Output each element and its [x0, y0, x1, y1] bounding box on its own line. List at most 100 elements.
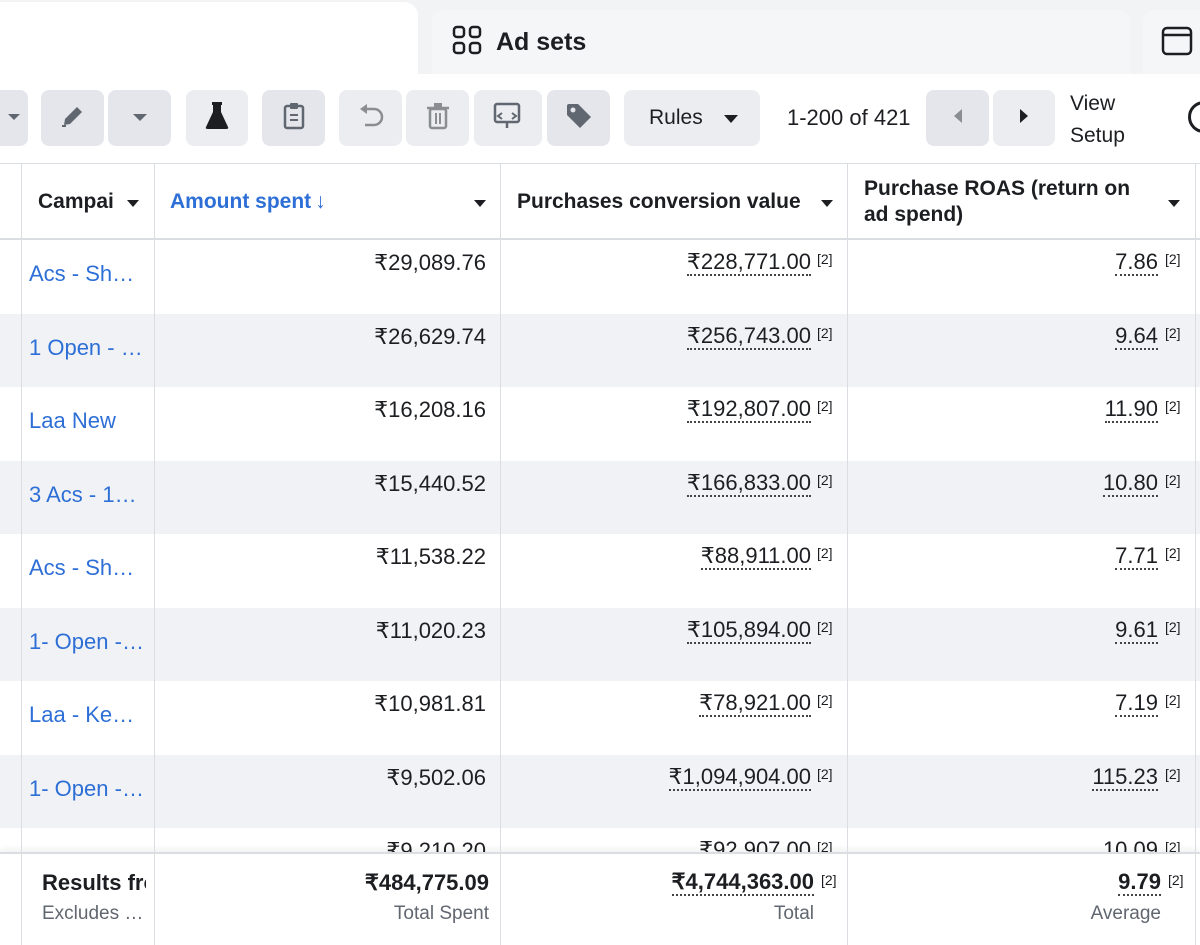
conversion-footnote[interactable]: [2]	[817, 545, 833, 561]
table-body: Acs - Sho… ₹29,089.76 ₹228,771.00 [2] 7.86 [2…	[0, 240, 1200, 852]
campaign-name-link[interactable]: 3 Acs - 12…	[29, 482, 145, 508]
chevron-down-icon[interactable]	[473, 190, 487, 214]
roas-cell[interactable]: 11.90	[1104, 397, 1158, 423]
conversion-value-cell[interactable]: ₹192,807.00	[686, 397, 811, 423]
column-header-campaign[interactable]: Campai	[38, 164, 150, 240]
conversion-footnote[interactable]: [2]	[817, 839, 833, 852]
summary-roas[interactable]: 9.79	[1118, 870, 1161, 896]
create-dropdown-button[interactable]	[0, 90, 28, 146]
roas-footnote[interactable]: [2]	[1165, 839, 1181, 852]
roas-cell[interactable]: 7.71	[1115, 544, 1158, 570]
conversion-value-cell[interactable]: ₹88,911.00	[700, 544, 811, 570]
roas-cell[interactable]: 115.23	[1092, 764, 1158, 791]
roas-footnote[interactable]: [2]	[1165, 325, 1181, 341]
view-setup-toggle[interactable]	[1188, 101, 1200, 133]
table-row[interactable]: Laa New ₹16,208.16 ₹192,807.00 [2] 11.90 [2]	[0, 387, 1200, 461]
ab-test-button[interactable]	[474, 90, 542, 146]
chevron-down-icon[interactable]	[820, 190, 834, 214]
conversion-value-cell[interactable]: ₹1,094,904.00	[668, 764, 811, 791]
roas-footnote[interactable]: [2]	[1165, 545, 1181, 561]
view-setup-link[interactable]: View Setup	[1070, 88, 1125, 152]
chevron-down-icon[interactable]	[1167, 189, 1181, 215]
conversion-value-cell[interactable]: ₹105,894.00	[686, 617, 811, 644]
next-page-icon	[1018, 108, 1030, 129]
amount-spent-cell: ₹11,538.22	[375, 544, 486, 569]
amount-spent-cell: ₹15,440.52	[374, 470, 486, 496]
edit-button[interactable]	[41, 90, 104, 146]
campaign-name-link[interactable]: Acs - Sho…	[29, 261, 145, 287]
campaigns-tab[interactable]	[0, 2, 418, 82]
roas-footnote[interactable]: [2]	[1165, 251, 1181, 267]
conversion-value-cell[interactable]: ₹166,833.00	[686, 470, 811, 497]
conversion-footnote[interactable]: [2]	[817, 251, 833, 267]
roas-cell[interactable]: 7.19	[1115, 691, 1158, 717]
conversion-footnote[interactable]: [2]	[817, 692, 833, 708]
delete-button[interactable]	[406, 90, 469, 146]
campaign-name-link[interactable]: 1 Open - 6…	[29, 335, 145, 361]
table-row[interactable]: 1 Open - 6… ₹26,629.74 ₹256,743.00 [2] 9.64 […	[0, 313, 1200, 387]
summary-conversion-value[interactable]: ₹4,744,363.00	[671, 870, 814, 896]
conversion-value-cell[interactable]: ₹228,771.00	[686, 250, 811, 276]
roas-footnote[interactable]: [2]	[1165, 472, 1181, 488]
next-page-button[interactable]	[993, 90, 1055, 146]
edit-dropdown-button[interactable]	[108, 90, 171, 146]
previous-page-button[interactable]	[926, 90, 989, 146]
column-divider	[847, 164, 848, 945]
summary-conversion-footnote[interactable]: [2]	[821, 872, 837, 888]
table-row[interactable]: Laa - Kee… ₹10,981.81 ₹78,921.00 [2] 7.19 [2]	[0, 681, 1200, 755]
roas-footnote[interactable]: [2]	[1165, 692, 1181, 708]
table-row[interactable]: 1- Open - … ₹9,502.06 ₹1,094,904.00 [2] 115.…	[0, 754, 1200, 828]
amount-spent-cell: ₹10,981.81	[374, 691, 486, 716]
ad-sets-table: Campai Amount spent ↓ Purchases conversi…	[0, 164, 1200, 945]
ab-test-icon	[493, 102, 523, 135]
roas-footnote[interactable]: [2]	[1165, 766, 1181, 782]
roas-cell[interactable]: 7.86	[1115, 250, 1158, 276]
table-row[interactable]: 3 Acs - 12… ₹15,440.52 ₹166,833.00 [2] 10.80…	[0, 460, 1200, 534]
campaign-name-link[interactable]: Acs - Sho…	[29, 555, 145, 581]
roas-footnote[interactable]: [2]	[1165, 398, 1181, 414]
tab-ad-sets[interactable]: Ad sets	[432, 10, 1130, 74]
duplicate-button[interactable]	[262, 90, 325, 146]
rules-label: Rules	[649, 106, 703, 129]
table-header: Campai Amount spent ↓ Purchases conversi…	[0, 164, 1200, 240]
conversion-footnote[interactable]: [2]	[817, 398, 833, 414]
column-header-purchase-roas[interactable]: Purchase ROAS (return on ad spend)	[864, 164, 1184, 240]
conversion-value-cell[interactable]: ₹92,907.00	[699, 838, 811, 853]
column-divider	[500, 164, 501, 945]
conversion-footnote[interactable]: [2]	[817, 472, 833, 488]
roas-cell[interactable]: 9.61	[1115, 617, 1158, 644]
column-header-amount-spent-label: Amount spent	[170, 190, 312, 213]
column-divider	[1195, 164, 1196, 945]
conversion-footnote[interactable]: [2]	[817, 619, 833, 635]
table-row[interactable]: Acs - Sho… ₹29,089.76 ₹228,771.00 [2] 7.86 [2…	[0, 240, 1200, 314]
roas-cell[interactable]: 10.09	[1103, 838, 1158, 853]
rules-button[interactable]: Rules	[624, 90, 760, 146]
summary-roas-footnote[interactable]: [2]	[1168, 872, 1184, 888]
table-row[interactable]: 1- Open - … ₹11,020.23 ₹105,894.00 [2] 9.61 […	[0, 607, 1200, 681]
tag-button[interactable]	[547, 90, 610, 146]
campaign-name-link[interactable]: Laa New	[29, 408, 145, 434]
conversion-footnote[interactable]: [2]	[817, 325, 833, 341]
undo-button[interactable]	[339, 90, 402, 146]
table-row[interactable]: ₹9,210.20 ₹92,907.00 [2] 10.09 [2]	[0, 828, 1200, 853]
pencil-icon	[60, 103, 86, 134]
tab-ads[interactable]	[1143, 10, 1200, 74]
column-header-purchases-conversion-value[interactable]: Purchases conversion value	[517, 164, 839, 240]
conversion-value-cell[interactable]: ₹78,921.00	[699, 691, 811, 717]
column-header-amount-spent[interactable]: Amount spent ↓	[170, 164, 490, 240]
chevron-down-icon	[723, 106, 739, 130]
campaign-name-link[interactable]: 1- Open - …	[29, 776, 145, 802]
campaign-name-link[interactable]: 1- Open - …	[29, 629, 145, 655]
flask-icon	[204, 101, 230, 136]
test-button[interactable]	[186, 90, 248, 146]
roas-cell[interactable]: 10.80	[1102, 470, 1158, 497]
conversion-value-cell[interactable]: ₹256,743.00	[686, 323, 811, 350]
conversion-footnote[interactable]: [2]	[817, 766, 833, 782]
clipboard-icon	[282, 102, 306, 135]
table-row[interactable]: Acs - Sho… ₹11,538.22 ₹88,911.00 [2] 7.71 [2]	[0, 534, 1200, 608]
summary-conversion-value-label: Total	[773, 903, 814, 924]
chevron-down-icon[interactable]	[126, 190, 140, 214]
campaign-name-link[interactable]: Laa - Kee…	[29, 702, 145, 728]
roas-footnote[interactable]: [2]	[1165, 619, 1181, 635]
roas-cell[interactable]: 9.64	[1115, 323, 1158, 350]
